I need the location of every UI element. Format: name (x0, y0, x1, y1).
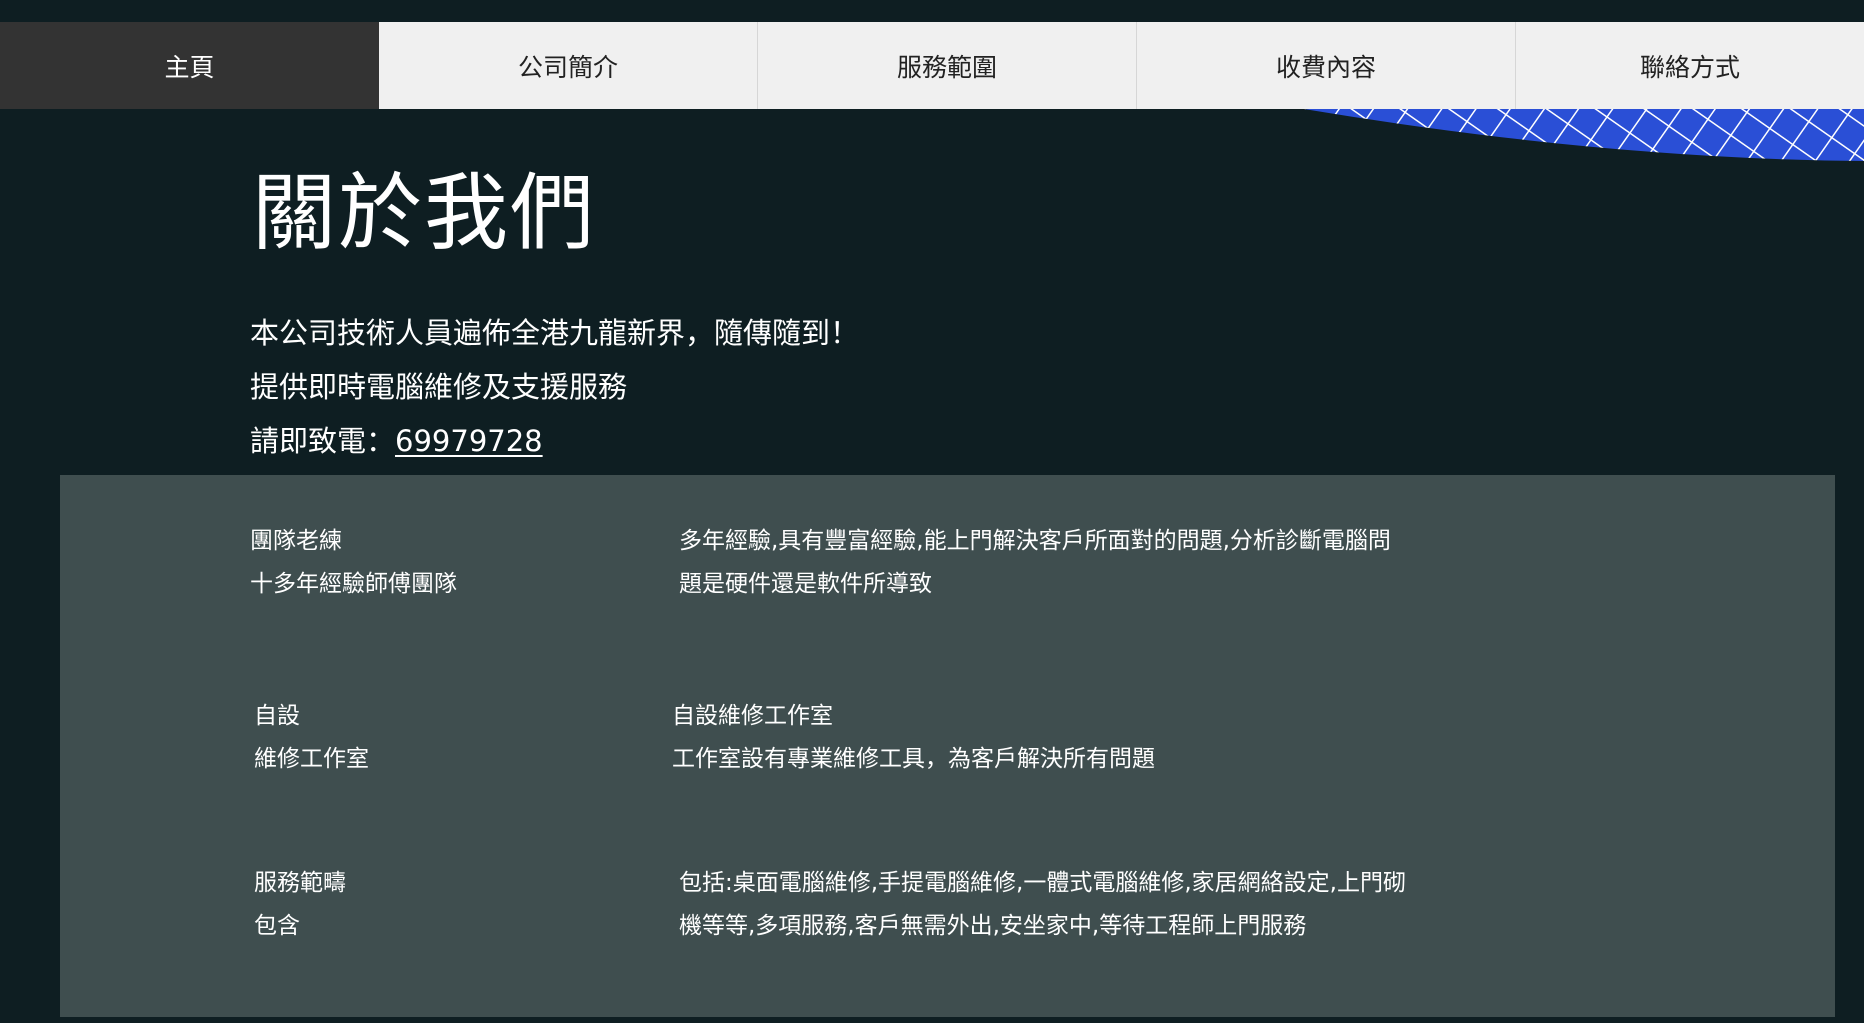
nav-item-home[interactable]: 主頁 (0, 22, 379, 109)
grid-pattern-decoration (1304, 109, 1864, 161)
feature-label-line: 維修工作室 (254, 746, 369, 772)
feature-desc-line: 題是硬件還是軟件所導致 (679, 571, 932, 597)
feature-label-line: 十多年經驗師傅團隊 (250, 571, 457, 597)
feature-desc-line: 包括:桌面電腦維修,手提電腦維修,一體式電腦維修,家居網絡設定,上門砌 (679, 870, 1406, 896)
intro-text: 本公司技術人員遍佈全港九龍新界，隨傳隨到！ 提供即時電腦維修及支援服務 請即致電… (250, 306, 859, 468)
feature-label-line: 服務範疇 (254, 870, 346, 896)
nav-item-service-scope[interactable]: 服務範圍 (758, 22, 1137, 109)
nav-item-company-profile[interactable]: 公司簡介 (379, 22, 758, 109)
feature-label-line: 自設 (254, 703, 300, 729)
feature-team-desc: 多年經驗,具有豐富經驗,能上門解決客戶所面對的問題,分析診斷電腦問 題是硬件還是… (679, 520, 1391, 606)
features-panel: 團隊老練 十多年經驗師傅團隊 多年經驗,具有豐富經驗,能上門解決客戶所面對的問題… (60, 475, 1835, 1017)
feature-label-line: 團隊老練 (250, 528, 342, 554)
phone-label: 請即致電： (250, 424, 396, 458)
feature-desc-line: 多年經驗,具有豐富經驗,能上門解決客戶所面對的問題,分析診斷電腦問 (679, 528, 1391, 554)
intro-line-coverage: 本公司技術人員遍佈全港九龍新界，隨傳隨到！ (250, 316, 860, 350)
nav-item-pricing[interactable]: 收費內容 (1137, 22, 1516, 109)
nav-item-contact[interactable]: 聯絡方式 (1516, 22, 1864, 109)
feature-workshop-desc: 自設維修工作室 工作室設有專業維修工具，為客戶解決所有問題 (672, 695, 1155, 781)
feature-workshop-label: 自設 維修工作室 (254, 695, 369, 781)
feature-desc-line: 工作室設有專業維修工具，為客戶解決所有問題 (672, 746, 1155, 772)
feature-desc-line: 自設維修工作室 (672, 703, 833, 729)
top-strip (0, 0, 1864, 23)
feature-desc-line: 機等等,多項服務,客戶無需外出,安坐家中,等待工程師上門服務 (679, 913, 1307, 939)
phone-number-link[interactable]: 69979728 (395, 424, 543, 458)
intro-line-service: 提供即時電腦維修及支援服務 (250, 370, 628, 404)
feature-scope-label: 服務範疇 包含 (254, 862, 346, 948)
feature-label-line: 包含 (254, 913, 300, 939)
page-title: 關於我們 (252, 164, 597, 262)
main-nav: 主頁 公司簡介 服務範圍 收費內容 聯絡方式 (0, 22, 1864, 109)
feature-team-label: 團隊老練 十多年經驗師傅團隊 (250, 520, 457, 606)
intro-line-call: 請即致電：69979728 (250, 414, 859, 468)
feature-scope-desc: 包括:桌面電腦維修,手提電腦維修,一體式電腦維修,家居網絡設定,上門砌 機等等,… (679, 862, 1406, 948)
bottom-strip (0, 1017, 1864, 1023)
